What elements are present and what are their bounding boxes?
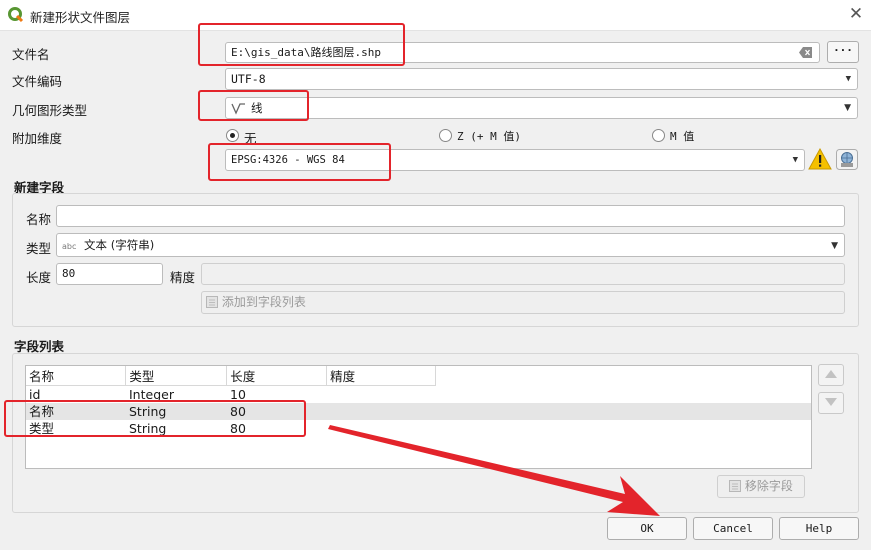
annotation-box [198, 23, 405, 66]
remove-field-icon [729, 480, 742, 492]
chevron-down-icon: ▼ [845, 74, 851, 84]
encoding-label: 文件编码 [12, 74, 63, 89]
dim-z-radio[interactable] [439, 129, 452, 142]
add-field-icon [206, 296, 218, 308]
encoding-value: UTF-8 [231, 72, 266, 86]
column-header-precision[interactable]: 精度 [326, 366, 436, 386]
type-value: 文本 (字符串) [84, 238, 155, 252]
window-title: 新建形状文件图层 [30, 10, 131, 25]
help-button[interactable]: Help [779, 517, 859, 540]
move-up-button[interactable] [818, 364, 844, 386]
name-input[interactable] [56, 205, 845, 227]
warning-icon [808, 148, 832, 170]
dim-m-label: M 值 [670, 130, 695, 143]
encoding-select[interactable]: UTF-8 ▼ [225, 68, 858, 90]
dim-m-radio[interactable] [652, 129, 665, 142]
cancel-button[interactable]: Cancel [693, 517, 773, 540]
ok-button[interactable]: OK [607, 517, 687, 540]
annotation-arrow-icon [328, 425, 660, 516]
annotation-box [208, 143, 391, 181]
cell-precision [327, 386, 436, 403]
length-label: 长度 [26, 270, 52, 285]
chevron-down-icon: ▼ [831, 241, 838, 251]
precision-label: 精度 [170, 270, 196, 285]
dimension-label: 附加维度 [12, 131, 63, 146]
add-button-label: 添加到字段列表 [221, 295, 306, 309]
remove-field-button[interactable]: 移除字段 [717, 475, 805, 498]
move-down-button[interactable] [818, 392, 844, 414]
title-bar: 新建形状文件图层 ✕ [0, 0, 871, 31]
length-value: 80 [62, 267, 76, 280]
name-label: 名称 [26, 212, 52, 227]
close-icon[interactable]: ✕ [846, 4, 866, 24]
qgis-logo-icon [8, 7, 24, 23]
precision-input[interactable] [201, 263, 845, 285]
type-select[interactable]: abc 文本 (字符串) ▼ [56, 233, 845, 257]
text-type-icon: abc [62, 242, 77, 251]
add-to-field-list-button[interactable]: 添加到字段列表 [201, 291, 845, 314]
annotation-box [4, 400, 306, 437]
browse-button[interactable]: ··· [827, 41, 859, 63]
geometry-select[interactable]: 线 ▼ [225, 97, 858, 119]
geometry-label: 几何图形类型 [12, 103, 88, 118]
column-header-name[interactable]: 名称 [26, 366, 127, 386]
column-header-type[interactable]: 类型 [125, 366, 228, 386]
remove-button-label: 移除字段 [744, 479, 793, 493]
annotation-box [198, 90, 309, 121]
column-header-length[interactable]: 长度 [226, 366, 328, 386]
length-input[interactable]: 80 [56, 263, 163, 285]
chevron-down-icon: ▼ [792, 155, 798, 165]
arrow-down-icon [825, 398, 837, 406]
crs-selector-icon[interactable] [836, 149, 858, 170]
filename-label: 文件名 [12, 47, 50, 62]
clear-icon[interactable] [799, 47, 813, 58]
arrow-up-icon [825, 370, 837, 378]
cell-precision [327, 403, 436, 420]
chevron-down-icon: ▼ [844, 103, 851, 113]
type-label: 类型 [26, 241, 52, 256]
dim-z-label: Z (+ M 值) [457, 130, 521, 143]
dim-none-radio[interactable] [226, 129, 239, 142]
